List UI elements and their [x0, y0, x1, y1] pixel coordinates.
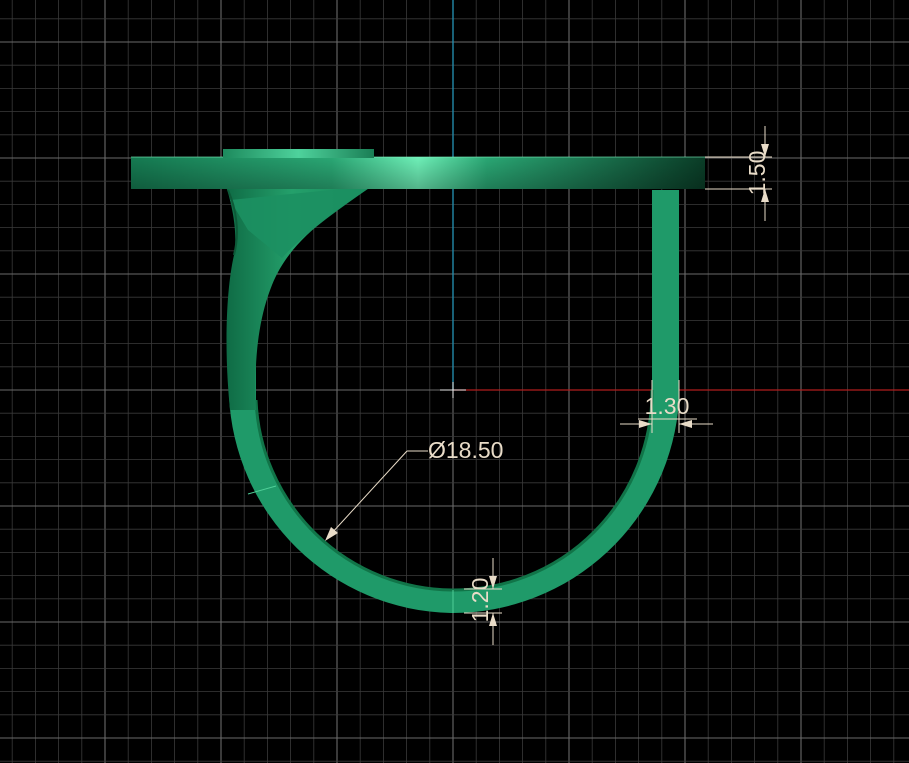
dimension-label-top-thickness: 1.50 — [744, 151, 770, 196]
cad-viewport[interactable]: 1.50 1.30 Ø18.50 1.20 — [0, 0, 909, 763]
dimension-label-shank-width: 1.30 — [645, 393, 690, 419]
dimension-label-bottom-thickness: 1.20 — [467, 578, 493, 623]
ring-top-plate-shade — [131, 157, 705, 189]
canvas-background — [0, 0, 909, 763]
ring-bezel[interactable] — [223, 149, 374, 158]
dimension-label-inner-diameter: Ø18.50 — [428, 437, 503, 463]
